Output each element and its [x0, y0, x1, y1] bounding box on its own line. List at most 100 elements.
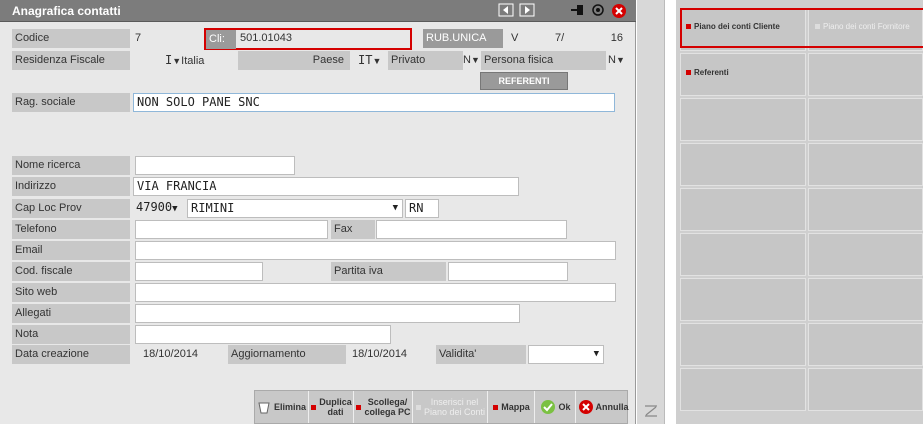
- codice-value: 7: [135, 32, 142, 44]
- localita-select[interactable]: RIMINI ▼: [187, 199, 403, 218]
- partita-iva-label: Partita iva: [331, 262, 446, 281]
- close-icon[interactable]: [611, 3, 627, 19]
- privato-select[interactable]: N▼: [463, 51, 481, 70]
- gray-square-icon: [815, 24, 820, 29]
- panel-cell: [808, 278, 923, 321]
- red-square-icon: [356, 404, 362, 410]
- cod-fiscale-input[interactable]: [135, 262, 263, 281]
- arrow-right-icon[interactable]: [519, 3, 535, 19]
- panel-cell: [808, 98, 923, 141]
- sito-web-label: Sito web: [12, 283, 130, 302]
- paese-value: IT: [358, 53, 373, 67]
- cap-select[interactable]: 47900▼: [133, 199, 185, 218]
- piano-fornitore-button[interactable]: Piano dei conti Fornitore: [815, 22, 910, 31]
- inserisci-label-1: Inserisci nel: [430, 397, 479, 407]
- panel-cell: [680, 188, 806, 231]
- fax-input[interactable]: [376, 220, 567, 239]
- referenti-side-button[interactable]: Referenti: [686, 68, 729, 77]
- panel-cell: [680, 143, 806, 186]
- elimina-button[interactable]: Elimina: [255, 391, 309, 423]
- piano-fornitore-label: Piano dei conti Fornitore: [823, 22, 910, 31]
- duplica-label-1: Duplica: [319, 397, 352, 407]
- duplica-label-2: dati: [327, 407, 344, 417]
- cap-loc-prov-label: Cap Loc Prov: [12, 199, 130, 218]
- chevron-down-icon: ▼: [593, 349, 599, 359]
- scollega-button[interactable]: Scollega/collega PC: [355, 391, 413, 423]
- inserisci-label-2: Piano dei Conti: [423, 407, 486, 417]
- trash-icon: [258, 402, 270, 414]
- codice-label: Codice: [12, 29, 130, 48]
- privato-value: N: [463, 54, 471, 66]
- email-label: Email: [12, 241, 130, 260]
- referenti-side-label: Referenti: [694, 68, 729, 77]
- data-creazione-label: Data creazione: [12, 345, 130, 364]
- radio-icon[interactable]: [590, 3, 606, 19]
- fax-label: Fax: [331, 220, 375, 239]
- red-square-icon: [686, 24, 691, 29]
- telefono-input[interactable]: [135, 220, 328, 239]
- residenza-label: Residenza Fiscale: [12, 51, 130, 70]
- side-strip: [637, 0, 665, 424]
- piano-cliente-label: Piano dei conti Cliente: [694, 22, 780, 31]
- indirizzo-label: Indirizzo: [12, 177, 130, 196]
- nota-label: Nota: [12, 325, 130, 344]
- check-icon: [541, 400, 556, 414]
- chevron-down-icon: ▼: [615, 55, 625, 65]
- panel-cell: [680, 368, 806, 411]
- persona-fisica-label: Persona fisica: [481, 51, 606, 70]
- panel-cell: [808, 323, 923, 366]
- indirizzo-input[interactable]: VIA FRANCIA: [133, 177, 519, 196]
- cli-value[interactable]: 501.01043: [238, 29, 358, 48]
- cod-fiscale-label: Cod. fiscale: [12, 262, 130, 281]
- right-panel: Piano dei conti Cliente Piano dei conti …: [676, 0, 923, 424]
- chevron-down-icon: ▼: [172, 56, 182, 66]
- red-square-icon: [686, 70, 691, 75]
- allegati-label: Allegati: [12, 304, 130, 323]
- chevron-down-icon: ▼: [392, 203, 398, 213]
- data-creazione-value: 18/10/2014: [143, 348, 199, 360]
- nome-ricerca-input[interactable]: [135, 156, 295, 175]
- panel-cell: [808, 368, 923, 411]
- rub-count: 16: [610, 32, 623, 44]
- panel-cell: [680, 323, 806, 366]
- rag-sociale-input[interactable]: NON SOLO PANE SNC: [133, 93, 615, 112]
- nota-input[interactable]: [135, 325, 391, 344]
- pin-icon[interactable]: [570, 3, 586, 19]
- annulla-button[interactable]: Annulla: [577, 391, 629, 423]
- sito-web-input[interactable]: [135, 283, 616, 302]
- inserisci-piano-button[interactable]: Inserisci nel Piano dei Conti: [414, 391, 488, 423]
- arrow-left-icon[interactable]: [498, 3, 514, 19]
- localita-value: RIMINI: [191, 201, 235, 215]
- chevron-down-icon: ▼: [172, 204, 178, 214]
- duplica-button[interactable]: Duplica dati: [310, 391, 354, 423]
- provincia-input[interactable]: RN: [405, 199, 439, 218]
- gray-square-icon: [415, 404, 421, 410]
- residenza-text: Italia: [181, 55, 205, 67]
- validita-label: Validita': [436, 345, 526, 364]
- ok-button[interactable]: Ok: [536, 391, 576, 423]
- mappa-button[interactable]: Mappa: [489, 391, 535, 423]
- panel-cell: [680, 233, 806, 276]
- privato-label: Privato: [388, 51, 463, 70]
- panel-cell: [808, 143, 923, 186]
- action-bar: Elimina Duplica dati Scollega/collega PC …: [254, 390, 629, 424]
- partita-iva-input[interactable]: [448, 262, 568, 281]
- paese-select[interactable]: IT▼: [358, 51, 388, 70]
- red-square-icon: [493, 404, 499, 410]
- paese-label: Paese: [238, 51, 350, 70]
- piano-cliente-button[interactable]: Piano dei conti Cliente: [686, 22, 780, 31]
- referenti-button[interactable]: REFERENTI: [480, 72, 568, 90]
- scollega-label-2: collega PC: [364, 407, 411, 417]
- nome-ricerca-label: Nome ricerca: [12, 156, 130, 175]
- email-input[interactable]: [135, 241, 616, 260]
- expand-icon[interactable]: [644, 405, 658, 417]
- panel-cell: [808, 233, 923, 276]
- rub-unica-label: RUB.UNICA: [423, 29, 503, 48]
- allegati-input[interactable]: [135, 304, 520, 323]
- telefono-label: Telefono: [12, 220, 130, 239]
- persona-fisica-select[interactable]: N▼: [608, 51, 628, 70]
- residenza-select[interactable]: I▼Italia: [165, 51, 235, 70]
- validita-select[interactable]: ▼: [528, 345, 604, 364]
- close-icon: [578, 400, 593, 414]
- mappa-label: Mappa: [501, 402, 530, 412]
